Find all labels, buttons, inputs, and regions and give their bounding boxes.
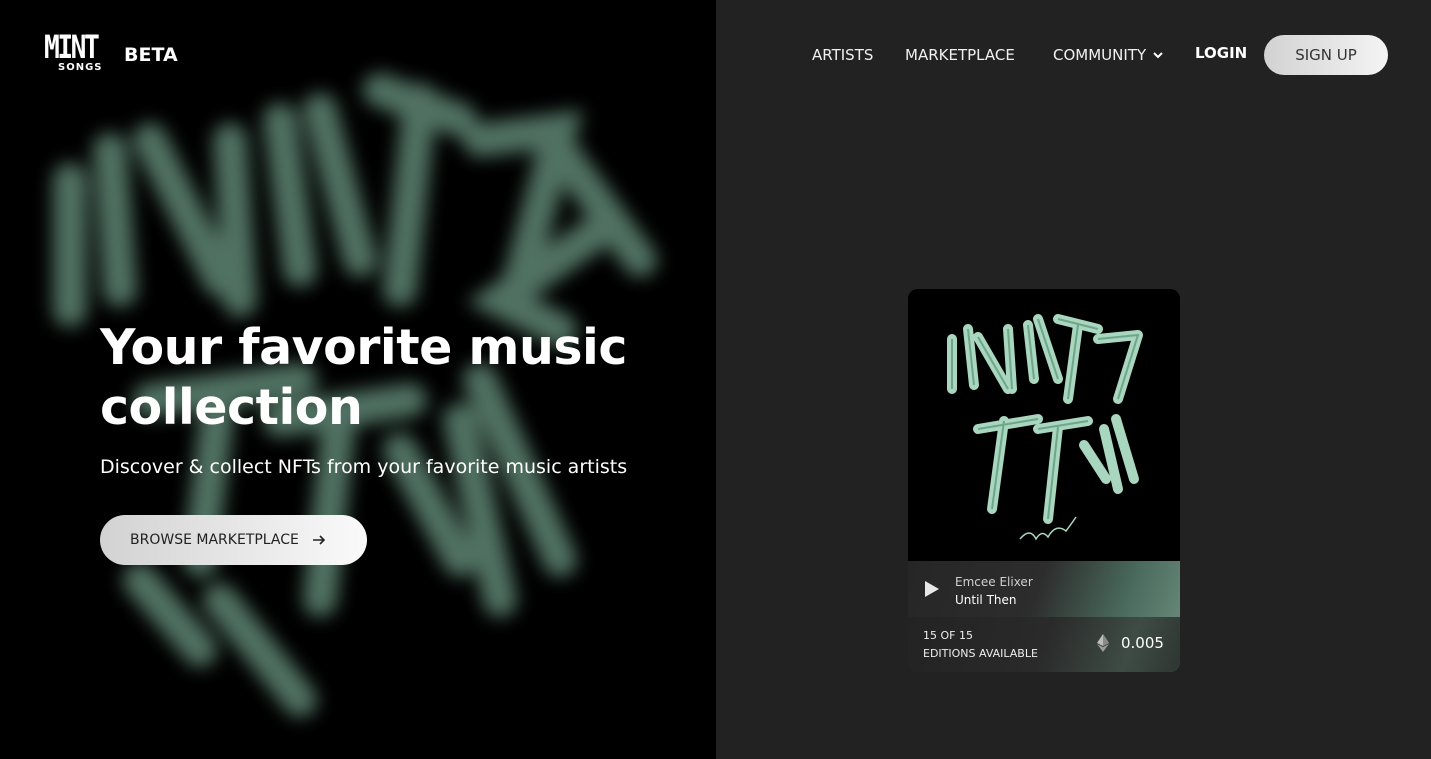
ethereum-icon (1097, 634, 1109, 652)
nav-artists-link[interactable]: ARTISTS (812, 44, 873, 66)
play-icon[interactable] (923, 579, 941, 599)
chevron-down-icon (1153, 52, 1163, 59)
logo-wordmark: MINT (44, 28, 100, 66)
beta-badge: BETA (124, 44, 178, 66)
artist-name[interactable]: Emcee Elixer (955, 575, 1033, 589)
nft-price: 0.005 (1121, 634, 1164, 652)
login-link[interactable]: LOGIN (1195, 44, 1247, 62)
arrow-right-icon (312, 535, 325, 545)
featured-nft-card[interactable]: Emcee Elixer Until Then 15 OF 15 EDITION… (908, 289, 1180, 672)
browse-marketplace-button[interactable]: BROWSE MARKETPLACE (100, 515, 367, 565)
nav-community-label: COMMUNITY (1053, 46, 1147, 64)
editions-count: 15 OF 15 (923, 629, 973, 642)
logo-subtext: SONGS (58, 62, 103, 73)
card-info-panel: Emcee Elixer Until Then 15 OF 15 EDITION… (908, 561, 1180, 672)
sign-up-button[interactable]: SIGN UP (1264, 35, 1388, 75)
nav-marketplace-link[interactable]: MARKETPLACE (905, 44, 1015, 66)
hero-title: Your favorite music collection (100, 319, 627, 436)
nav-community-dropdown[interactable]: COMMUNITY (1053, 44, 1164, 66)
hero-subtitle: Discover & collect NFTs from your favori… (100, 456, 628, 478)
song-title[interactable]: Until Then (955, 593, 1017, 607)
editions-label: EDITIONS AVAILABLE (923, 647, 1038, 660)
mint-songs-logo[interactable]: MINT SONGS BETA (44, 28, 194, 76)
browse-marketplace-label: BROWSE MARKETPLACE (130, 532, 299, 548)
album-cover-art (908, 289, 1180, 561)
